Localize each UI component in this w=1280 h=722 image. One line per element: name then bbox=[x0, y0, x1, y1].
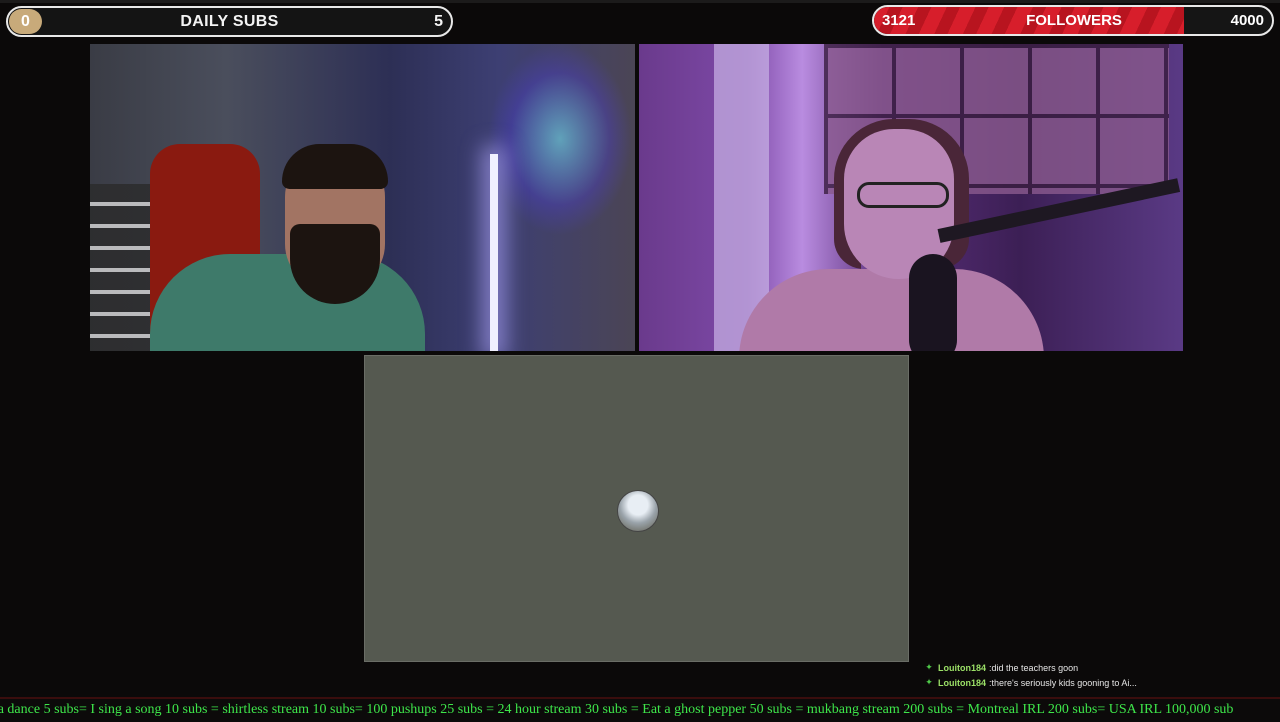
webcam-left bbox=[90, 44, 635, 351]
chat-text: there's seriously kids gooning to Ai... bbox=[991, 677, 1137, 688]
followers-goal-bar: 3121 FOLLOWERS 4000 bbox=[872, 5, 1274, 36]
streamer-body bbox=[150, 254, 425, 351]
followers-goal: 4000 bbox=[1230, 12, 1264, 29]
webcam-right bbox=[639, 44, 1183, 351]
followers-title: FOLLOWERS bbox=[1026, 12, 1122, 29]
top-border bbox=[0, 0, 1280, 3]
guest-glasses bbox=[857, 182, 949, 208]
diamond-badge-icon: ✦ bbox=[925, 662, 933, 672]
user-avatar-icon bbox=[617, 490, 659, 532]
diamond-badge-icon: ✦ bbox=[925, 677, 933, 687]
chat-username: Louiton184 bbox=[938, 677, 987, 688]
microphone bbox=[909, 254, 957, 351]
chat-message: ✦ Louiton184 : there's seriously kids goo… bbox=[924, 675, 1274, 690]
daily-subs-title: DAILY SUBS bbox=[180, 13, 279, 30]
guest-body bbox=[739, 269, 1044, 351]
led-light-pole bbox=[490, 154, 498, 351]
daily-subs-goal-bar: 0 DAILY SUBS 5 bbox=[6, 6, 453, 37]
chat-overlay: ✦ Louiton184 : did the teachers goon ✦ Loui… bbox=[924, 660, 1274, 690]
chat-username: Louiton184 bbox=[938, 662, 987, 673]
screen-share-panel bbox=[364, 355, 909, 662]
daily-subs-goal: 5 bbox=[434, 13, 443, 30]
streamer-hair bbox=[282, 144, 388, 189]
ticker-text: e a dance 5 subs= I sing a song 10 subs … bbox=[0, 702, 1234, 717]
chat-text: did the teachers goon bbox=[991, 662, 1079, 673]
chat-message: ✦ Louiton184 : did the teachers goon bbox=[924, 660, 1274, 675]
sub-goals-ticker: e a dance 5 subs= I sing a song 10 subs … bbox=[0, 697, 1280, 722]
